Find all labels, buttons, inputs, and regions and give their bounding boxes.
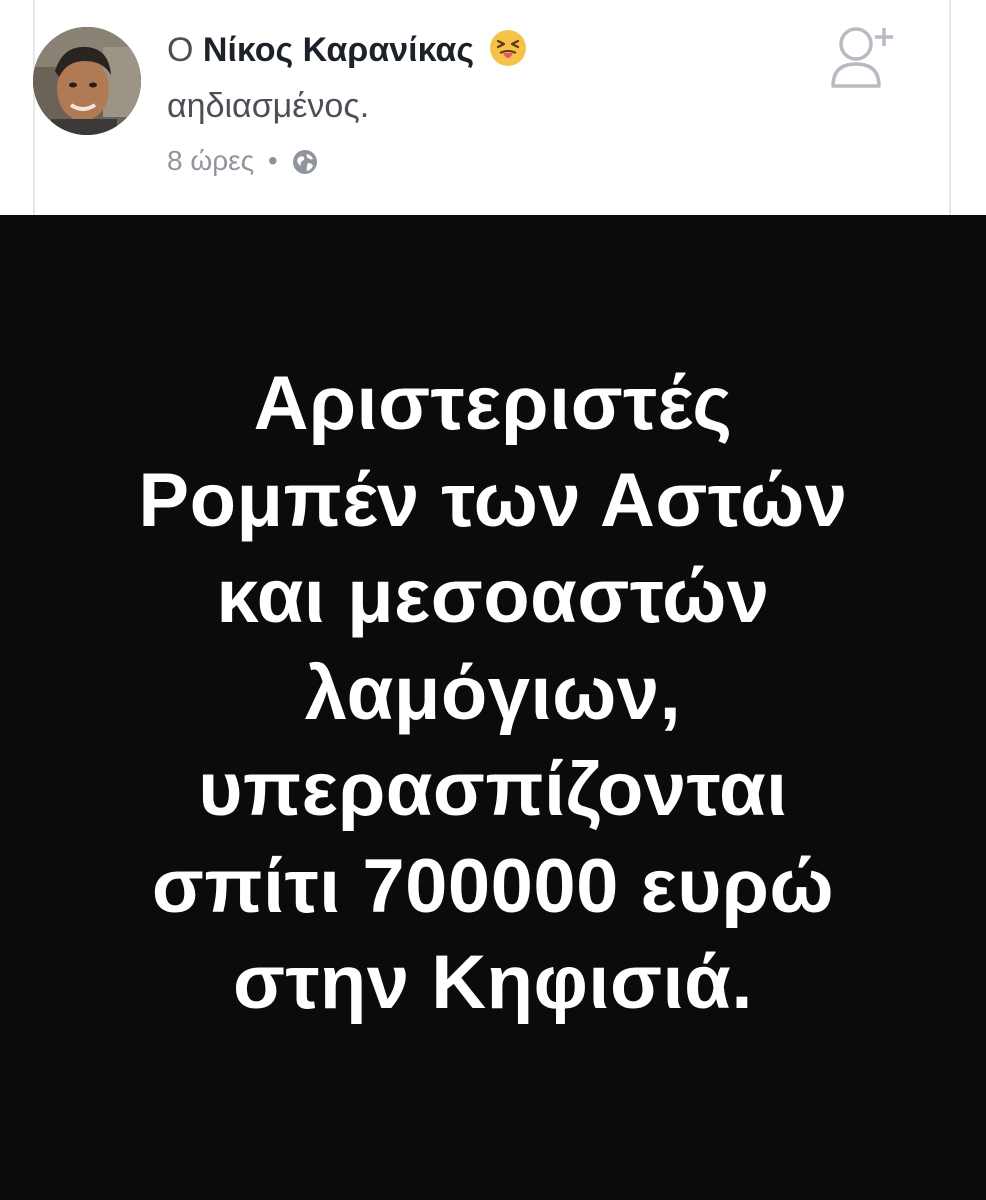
image-text-line: λαμόγιων,	[304, 650, 682, 736]
image-text-line: υπερασπίζονται	[198, 747, 788, 832]
add-friend-button[interactable]	[828, 22, 898, 90]
post-screenshot: Ο Νίκος Καρανίκας αηδιασμένος. 8 ώρες •	[0, 0, 986, 1200]
add-friend-icon	[831, 27, 893, 88]
globe-icon[interactable]	[292, 148, 318, 184]
image-text-line: στην Κηφισιά.	[233, 940, 753, 1025]
post-meta: 8 ώρες •	[167, 143, 318, 184]
image-caption-text: Αριστεριστές Ρομπέν των Αστών και μεσοασ…	[0, 356, 986, 1032]
post-image[interactable]: Αριστεριστές Ρομπέν των Αστών και μεσοασ…	[0, 215, 986, 1200]
image-text-line: Αριστεριστές	[253, 361, 733, 446]
meta-separator: •	[267, 145, 278, 176]
author-line: Ο Νίκος Καρανίκας	[167, 28, 527, 78]
image-text-line: σπίτι 700000 ευρώ	[151, 843, 835, 929]
feeling-text: αηδιασμένος.	[167, 87, 370, 125]
image-text-line: και μεσοαστών	[216, 554, 770, 639]
disgusted-face-emoji-icon	[489, 29, 527, 78]
image-text-line: Ρομπέν των Αστών	[138, 457, 848, 543]
author-avatar[interactable]	[33, 27, 141, 135]
author-name-link[interactable]: Νίκος Καρανίκας	[203, 31, 474, 69]
timestamp-link[interactable]: 8 ώρες	[167, 145, 254, 176]
author-prefix: Ο	[167, 31, 194, 69]
